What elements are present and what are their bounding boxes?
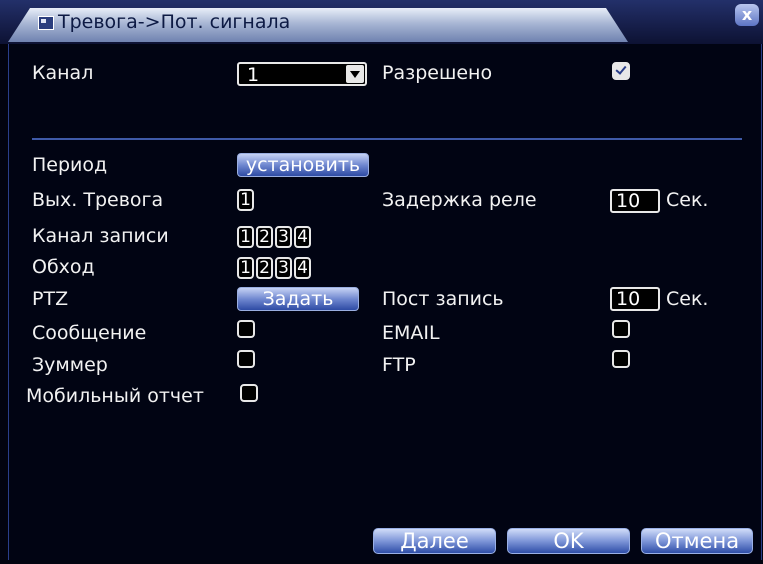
cancel-button[interactable]: Отмена: [641, 528, 753, 554]
post-record-label: Пост запись: [382, 288, 504, 310]
record-channel-box-4[interactable]: 4: [294, 226, 311, 248]
message-label: Сообщение: [32, 322, 147, 344]
post-record-unit: Сек.: [666, 288, 709, 310]
ok-button[interactable]: OK: [507, 528, 630, 554]
mobile-report-label: Мобильный отчет: [26, 385, 204, 407]
post-record-input[interactable]: 10: [610, 287, 660, 311]
ftp-label: FTP: [382, 354, 416, 376]
relay-delay-input[interactable]: 10: [610, 189, 660, 213]
enabled-label: Разрешено: [382, 62, 493, 84]
ptz-label: PTZ: [32, 288, 69, 310]
channel-label: Канал: [32, 62, 94, 84]
record-channel-box-3[interactable]: 3: [275, 226, 292, 248]
alarm-out-box-1[interactable]: 1: [237, 189, 254, 211]
chevron-down-icon[interactable]: [346, 65, 364, 83]
channel-select[interactable]: 1: [237, 62, 367, 86]
buzzer-checkbox[interactable]: [237, 350, 255, 368]
relay-delay-label: Задержка реле: [382, 189, 537, 211]
alarm-out-label: Вых. Тревога: [32, 189, 164, 211]
close-button[interactable]: x: [735, 4, 759, 26]
period-label: Период: [32, 154, 108, 176]
window-icon: [38, 16, 54, 30]
record-channel-label: Канал записи: [32, 225, 169, 247]
ptz-set-button[interactable]: Задать: [237, 287, 359, 311]
period-set-button[interactable]: установить: [237, 153, 369, 177]
record-channel-box-2[interactable]: 2: [256, 226, 273, 248]
next-button[interactable]: Далее: [373, 528, 496, 554]
title-bar: Тревога->Пот. сигнала x: [0, 0, 763, 44]
email-checkbox[interactable]: [612, 320, 630, 338]
channel-select-value: 1: [247, 64, 260, 86]
message-checkbox[interactable]: [237, 320, 255, 338]
section-divider: [32, 138, 742, 140]
tour-box-1[interactable]: 1: [237, 257, 254, 279]
tour-box-2[interactable]: 2: [256, 257, 273, 279]
tour-box-4[interactable]: 4: [294, 257, 311, 279]
tour-box-3[interactable]: 3: [275, 257, 292, 279]
mobile-report-checkbox[interactable]: [240, 384, 258, 402]
tour-label: Обход: [32, 256, 95, 278]
email-label: EMAIL: [382, 322, 440, 344]
record-channel-box-1[interactable]: 1: [237, 226, 254, 248]
alarm-settings-dialog: Тревога->Пот. сигнала x Канал 1 Разрешен…: [0, 0, 763, 564]
relay-delay-unit: Сек.: [666, 189, 709, 211]
dialog-title: Тревога->Пот. сигнала: [58, 11, 291, 33]
enabled-checkbox[interactable]: [612, 62, 630, 80]
buzzer-label: Зуммер: [32, 354, 108, 376]
ftp-checkbox[interactable]: [612, 350, 630, 368]
